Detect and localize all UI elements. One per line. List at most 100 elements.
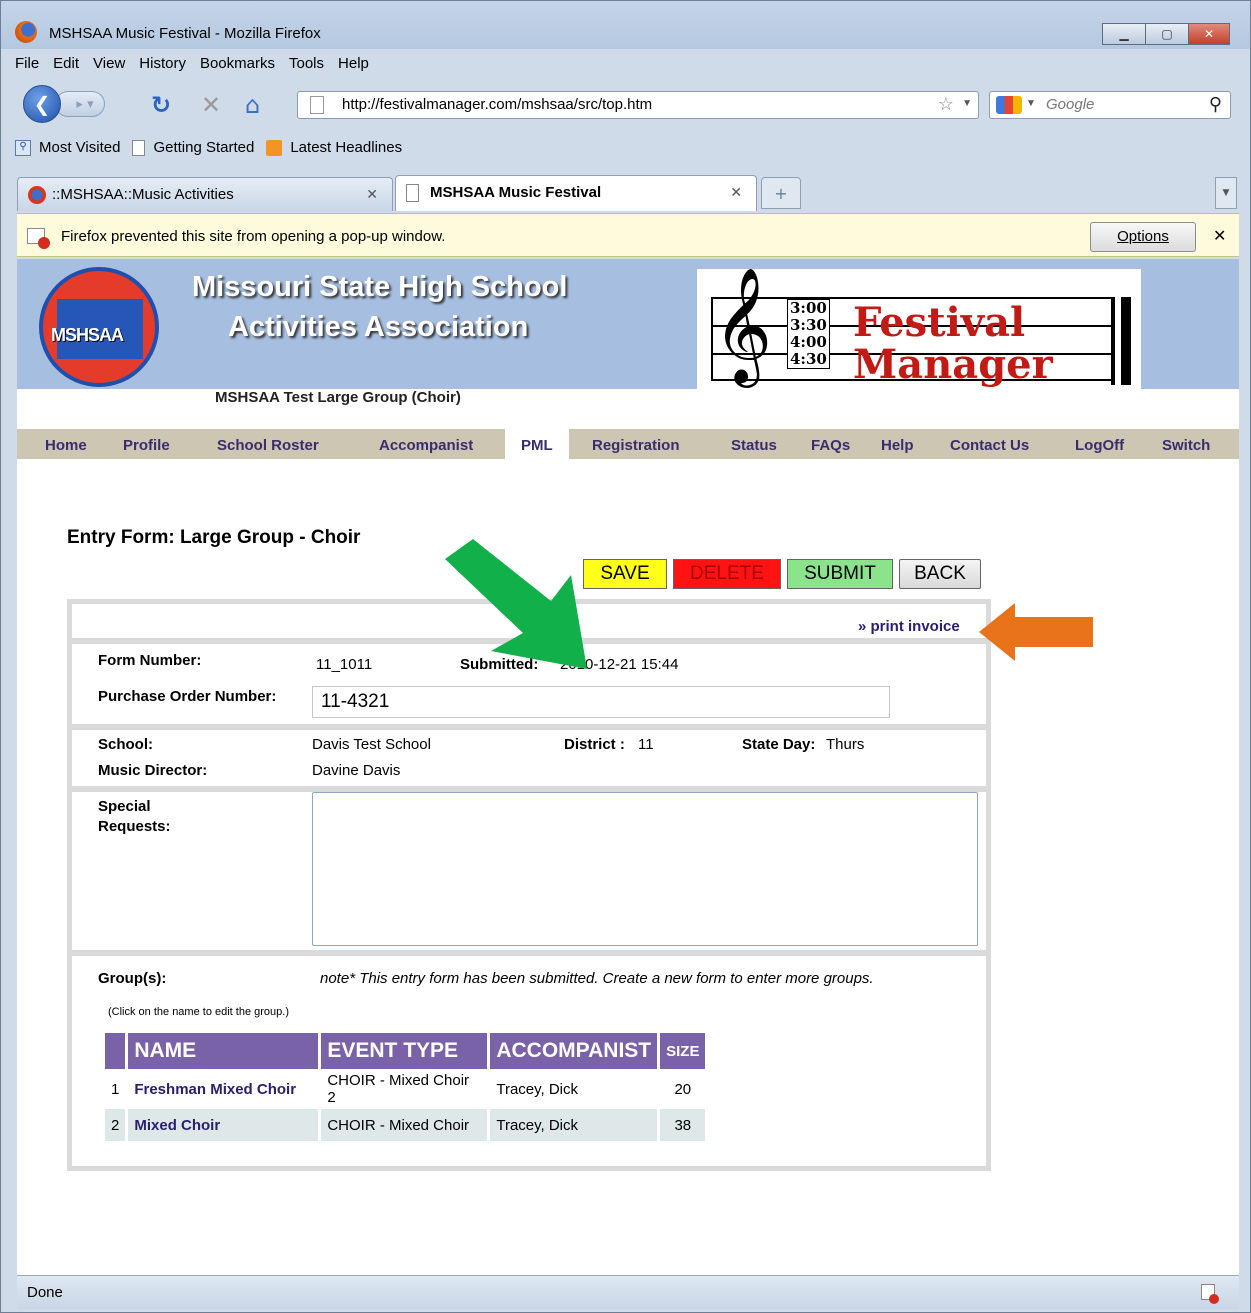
school-value: Davis Test School (312, 736, 431, 753)
new-tab-button[interactable]: + (761, 177, 801, 209)
nav-pml[interactable]: PML (505, 429, 569, 459)
row-number: 1 (111, 1080, 120, 1098)
delete-button[interactable]: DELETE (673, 559, 781, 589)
bookmark-latest-headlines[interactable]: Latest Headlines (266, 139, 402, 156)
reload-icon[interactable]: ↻ (151, 91, 171, 119)
group-name-link[interactable]: Mixed Choir (128, 1109, 319, 1141)
rss-icon (266, 139, 283, 156)
org-name-line1: Missouri State High School (192, 271, 568, 303)
tab-list-button[interactable]: ▼ (1215, 177, 1237, 209)
org-name-line2: Activities Association (228, 311, 529, 343)
tab-label: MSHSAA Music Festival (430, 184, 602, 201)
logo-time: 3:30 (790, 316, 827, 334)
url-input[interactable]: http://festivalmanager.com/mshsaa/src/to… (297, 91, 979, 119)
section-divider (72, 724, 986, 730)
logo-time: 4:30 (790, 350, 827, 368)
minimize-button[interactable]: ▁ (1102, 23, 1146, 45)
search-engine-dropdown-icon[interactable]: ▼ (1026, 98, 1036, 109)
nav-profile[interactable]: Profile (123, 437, 170, 454)
state-day-value: Thurs (826, 736, 865, 753)
google-icon[interactable] (996, 96, 1022, 114)
popup-options-button[interactable]: Options (1090, 222, 1196, 252)
special-requests-label-2: Requests: (98, 818, 171, 835)
back-form-button[interactable]: BACK (899, 559, 981, 589)
orange-arrow-annotation (979, 603, 1093, 661)
menu-bookmarks[interactable]: Bookmarks (200, 55, 275, 72)
page-icon (310, 96, 324, 114)
music-director-label: Music Director: (98, 762, 208, 779)
tab-label: ::MSHSAA::Music Activities (52, 186, 234, 203)
stop-icon[interactable]: ✕ (201, 91, 221, 119)
nav-registration[interactable]: Registration (592, 437, 680, 454)
tab-music-activities[interactable]: ::MSHSAA::Music Activities ✕ (17, 177, 393, 211)
menu-edit[interactable]: Edit (53, 55, 79, 72)
bookmark-star-icon[interactable]: ☆ (938, 94, 954, 115)
nav-help[interactable]: Help (881, 437, 914, 454)
nav-status[interactable]: Status (731, 437, 777, 454)
accompanist-cell: Tracey, Dick (490, 1109, 658, 1141)
section-divider (72, 950, 986, 956)
print-invoice-link[interactable]: » print invoice (858, 618, 960, 635)
window-title: MSHSAA Music Festival - Mozilla Firefox (49, 25, 321, 42)
status-text: Done (27, 1284, 63, 1301)
school-label: School: (98, 736, 153, 753)
menu-help[interactable]: Help (338, 55, 369, 72)
tab-music-festival[interactable]: MSHSAA Music Festival ✕ (395, 175, 757, 211)
home-icon[interactable]: ⌂ (245, 91, 260, 119)
size-cell: 38 (660, 1109, 706, 1141)
page-content: MSHSAA Missouri State High School Activi… (17, 259, 1239, 1275)
green-arrow-annotation (445, 539, 587, 669)
browser-window: MSHSAA Music Festival - Mozilla Firefox … (0, 0, 1251, 1313)
nav-switch[interactable]: Switch (1162, 437, 1210, 454)
menu-view[interactable]: View (93, 55, 125, 72)
state-day-label: State Day: (742, 736, 816, 753)
bookmark-getting-started[interactable]: Getting Started (132, 139, 254, 156)
forward-button[interactable]: ▸ ▾ (55, 91, 105, 117)
nav-contact-us[interactable]: Contact Us (950, 437, 1029, 454)
close-tab-icon[interactable]: ✕ (366, 186, 378, 203)
logo-festival: Festival (853, 299, 1026, 346)
bookmarks-toolbar: ⚲ Most Visited Getting Started Latest Hea… (15, 139, 414, 156)
submit-button[interactable]: SUBMIT (787, 559, 893, 589)
special-requests-textarea[interactable] (312, 792, 978, 946)
nav-accompanist[interactable]: Accompanist (379, 437, 473, 454)
treble-clef-icon: 𝄞 (713, 266, 773, 383)
nav-home[interactable]: Home (45, 437, 87, 454)
bookmark-most-visited[interactable]: ⚲ Most Visited (15, 139, 120, 156)
form-actions: SAVE DELETE SUBMIT BACK (583, 559, 981, 589)
search-icon[interactable]: ⚲ (1209, 94, 1222, 115)
group-name-link[interactable]: Freshman Mixed Choir (128, 1072, 318, 1106)
table-header-row: NAME EVENT TYPE ACCOMPANIST SIZE (105, 1033, 706, 1069)
form-number-label: Form Number: (98, 652, 202, 669)
nav-logoff[interactable]: LogOff (1075, 437, 1124, 454)
menu-file[interactable]: File (15, 55, 39, 72)
event-type-cell: CHOIR - Mixed Choir (321, 1109, 488, 1141)
close-icon[interactable]: ✕ (1213, 226, 1226, 246)
close-tab-icon[interactable]: ✕ (730, 184, 742, 201)
maximize-button[interactable]: ▢ (1145, 23, 1189, 45)
nav-school-roster[interactable]: School Roster (217, 437, 319, 454)
bookmark-label: Latest Headlines (290, 139, 403, 156)
seal-text: MSHSAA (51, 325, 124, 345)
nav-faqs[interactable]: FAQs (811, 437, 850, 454)
search-input[interactable]: ▼ Google ⚲ (989, 91, 1231, 119)
logo-manager: Manager (853, 341, 1053, 388)
logo-time: 3:00 (790, 299, 827, 317)
close-window-button[interactable]: ✕ (1188, 23, 1230, 45)
firefox-logo-icon (15, 21, 37, 43)
po-number-input[interactable]: 11-4321 (312, 686, 890, 718)
column-header-name: NAME (128, 1033, 319, 1069)
district-label: District : (564, 736, 625, 753)
window-controls: ▁ ▢ ✕ (1102, 23, 1230, 45)
back-button[interactable]: ❮ (23, 85, 61, 123)
event-type-cell: CHOIR - Mixed Choir 2 (327, 1072, 470, 1106)
groups-label: Group(s): (98, 970, 167, 987)
popup-blocked-status-icon[interactable] (1201, 1284, 1219, 1304)
mshsaa-favicon-icon (28, 186, 46, 204)
page-icon (132, 139, 146, 156)
menu-tools[interactable]: Tools (289, 55, 324, 72)
page-icon (406, 184, 419, 202)
url-dropdown-icon[interactable]: ▼ (962, 98, 972, 109)
menu-history[interactable]: History (139, 55, 186, 72)
staff-bar (1111, 297, 1115, 385)
